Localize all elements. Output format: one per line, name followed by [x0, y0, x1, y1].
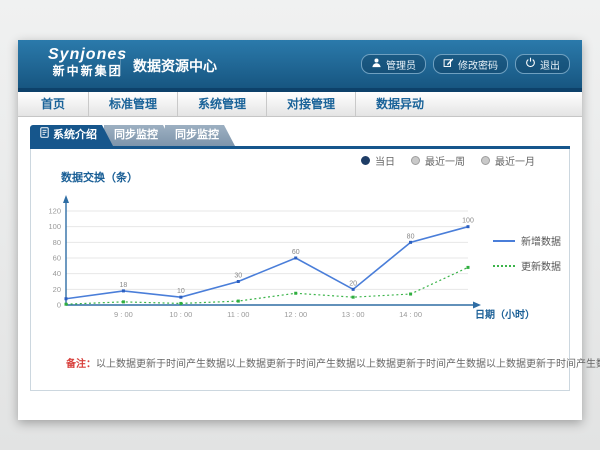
- tab-sync-monitor-2[interactable]: 同步监控: [165, 125, 235, 146]
- svg-text:20: 20: [53, 285, 61, 294]
- nav-item-data-change[interactable]: 数据异动: [356, 92, 444, 116]
- main-nav: 首页 标准管理 系统管理 对接管理 数据异动: [18, 92, 582, 117]
- logout-button[interactable]: 退出: [515, 54, 570, 74]
- radio-selected-icon: [361, 156, 370, 165]
- legend-item-new-data[interactable]: 新增数据: [493, 233, 561, 248]
- radio-option-last-week-label: 最近一周: [425, 153, 465, 168]
- svg-text:13 : 00: 13 : 00: [342, 310, 365, 319]
- legend-new-data-label: 新增数据: [521, 233, 561, 248]
- svg-text:30: 30: [234, 273, 242, 280]
- legend-line-solid-icon: [493, 240, 515, 242]
- change-password-label: 修改密码: [458, 57, 498, 72]
- radio-unselected-icon: [481, 156, 490, 165]
- tab-system-intro[interactable]: 系统介绍: [30, 125, 113, 146]
- svg-text:80: 80: [407, 233, 415, 240]
- admin-user-label: 管理员: [386, 57, 416, 72]
- time-range-filter: 当日 最近一周 最近一月: [361, 153, 535, 168]
- svg-text:60: 60: [53, 254, 61, 263]
- radio-option-today-label: 当日: [375, 153, 395, 168]
- svg-text:12 : 00: 12 : 00: [284, 310, 307, 319]
- svg-text:120: 120: [48, 207, 61, 216]
- svg-text:14 : 00: 14 : 00: [399, 310, 422, 319]
- app-header: Synjones 新中新集团 数据资源中心 管理员 修改密码: [18, 40, 582, 88]
- legend-item-updated-data[interactable]: 更新数据: [493, 258, 561, 273]
- svg-text:80: 80: [53, 238, 61, 247]
- svg-text:100: 100: [48, 222, 61, 231]
- power-icon: [525, 57, 536, 71]
- tab-sync-monitor-1[interactable]: 同步监控: [104, 125, 174, 146]
- logo: Synjones 新中新集团: [48, 45, 127, 79]
- tabs-row: 系统介绍 同步监控 同步监控: [30, 125, 226, 146]
- svg-text:20: 20: [349, 280, 357, 287]
- svg-text:11 : 00: 11 : 00: [227, 310, 249, 319]
- edit-icon: [443, 57, 454, 71]
- footer-note: 备注：以上数据更新于时间产生数据以上数据更新于时间产生数据以上数据更新于时间产生…: [66, 355, 536, 370]
- note-label: 备注：: [66, 359, 96, 370]
- svg-text:10: 10: [177, 288, 185, 295]
- radio-unselected-icon: [411, 156, 420, 165]
- tab-system-intro-label: 系统介绍: [53, 125, 97, 146]
- user-icon: [371, 57, 382, 71]
- chart-legend: 新增数据 更新数据: [493, 233, 561, 273]
- svg-text:10 : 00: 10 : 00: [169, 310, 192, 319]
- nav-item-standard-mgmt[interactable]: 标准管理: [89, 92, 178, 116]
- svg-text:日期（小时）: 日期（小时）: [475, 308, 535, 321]
- document-icon: [40, 125, 49, 146]
- svg-text:60: 60: [292, 249, 300, 256]
- user-actions: 管理员 修改密码 退出: [361, 54, 570, 74]
- svg-text:9 : 00: 9 : 00: [114, 310, 133, 319]
- svg-text:18: 18: [120, 282, 128, 289]
- y-axis-label: 数据交换（条）: [61, 169, 138, 185]
- tab-sync-monitor-1-label: 同步监控: [114, 125, 158, 146]
- change-password-button[interactable]: 修改密码: [433, 54, 508, 74]
- radio-option-last-month-label: 最近一月: [495, 153, 535, 168]
- logout-label: 退出: [540, 57, 560, 72]
- app-window: Synjones 新中新集团 数据资源中心 管理员 修改密码: [18, 40, 582, 420]
- svg-text:0: 0: [57, 301, 61, 310]
- logo-text-en: Synjones: [48, 45, 127, 64]
- radio-option-today[interactable]: 当日: [361, 153, 395, 168]
- content-area: 系统介绍 同步监控 同步监控 当日: [18, 117, 582, 420]
- line-chart-svg: 0 20 40 60 80 100 120 9 : 00 10 : 00 11 : 00 12 : …: [41, 187, 561, 327]
- svg-text:40: 40: [53, 269, 61, 278]
- chart-panel: 当日 最近一周 最近一月 数据交换（条） 0 20 40 60 80 100 120 9 : …: [30, 149, 570, 391]
- radio-option-last-month[interactable]: 最近一月: [481, 153, 535, 168]
- nav-item-home[interactable]: 首页: [18, 92, 89, 116]
- legend-updated-data-label: 更新数据: [521, 258, 561, 273]
- logo-text-cn: 新中新集团: [48, 64, 127, 78]
- app-title: 数据资源中心: [120, 56, 217, 76]
- nav-item-interface-mgmt[interactable]: 对接管理: [267, 92, 356, 116]
- radio-option-last-week[interactable]: 最近一周: [411, 153, 465, 168]
- note-text: 以上数据更新于时间产生数据以上数据更新于时间产生数据以上数据更新于时间产生数据以…: [96, 359, 600, 370]
- svg-text:100: 100: [462, 218, 474, 225]
- page-background: Synjones 新中新集团 数据资源中心 管理员 修改密码: [0, 0, 600, 450]
- legend-line-dotted-icon: [493, 265, 515, 267]
- admin-user-button[interactable]: 管理员: [361, 54, 426, 74]
- nav-item-system-mgmt[interactable]: 系统管理: [178, 92, 267, 116]
- tab-sync-monitor-2-label: 同步监控: [175, 125, 219, 146]
